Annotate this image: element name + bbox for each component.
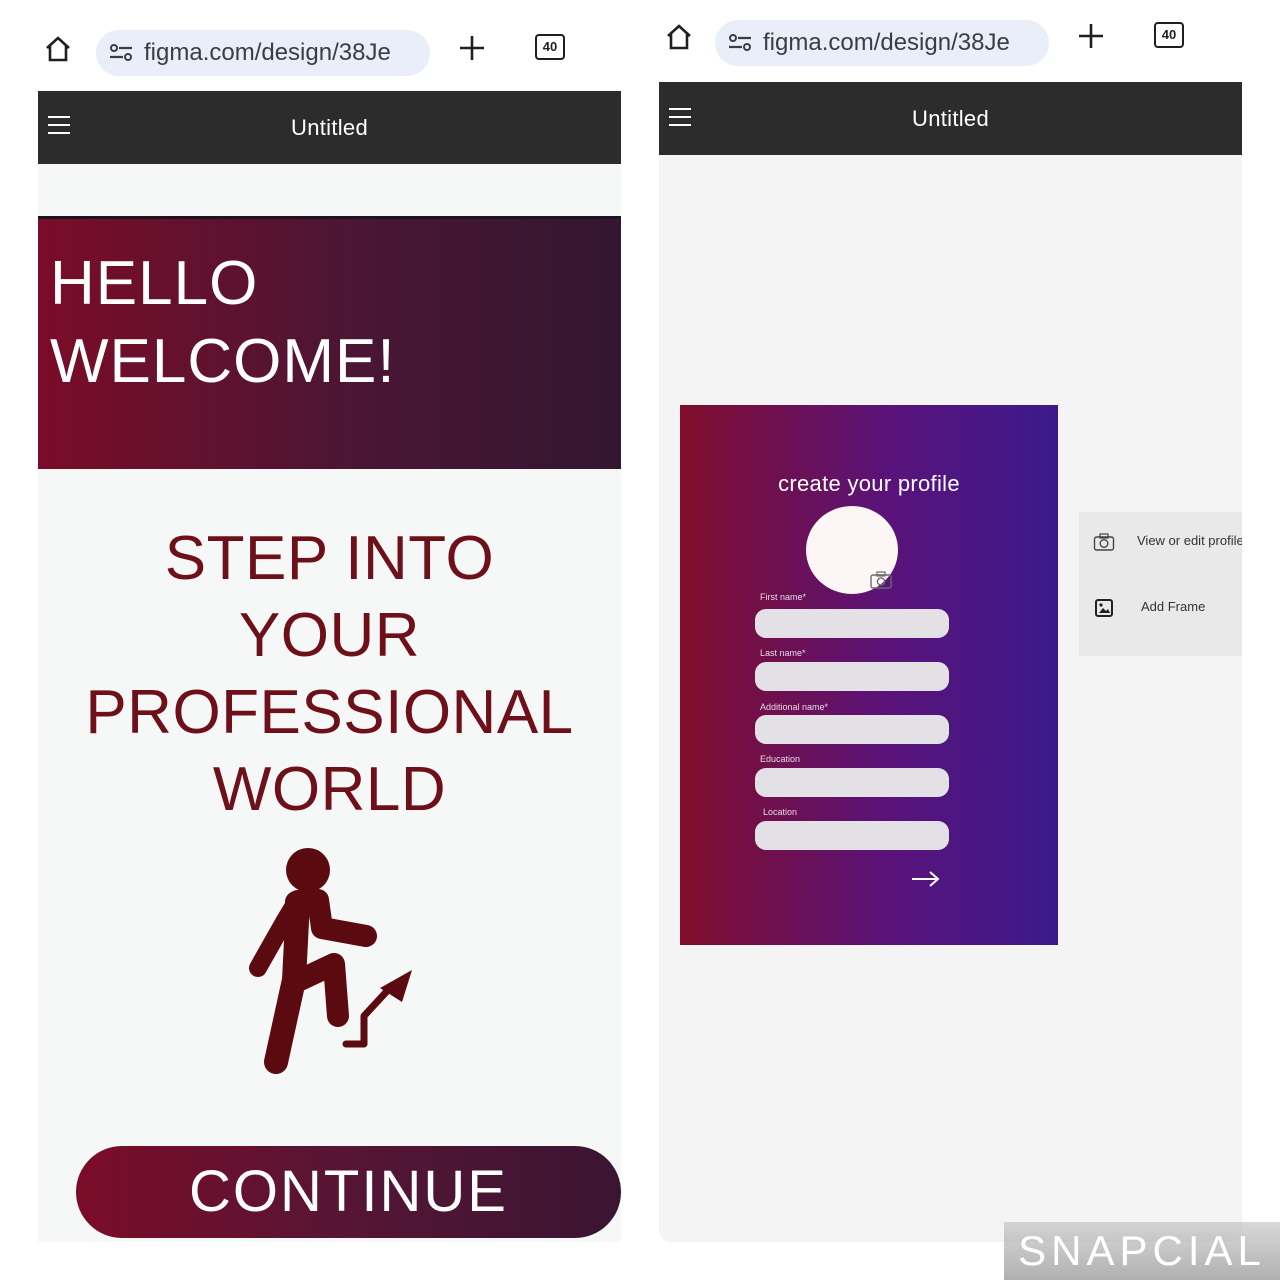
last-name-field[interactable] [755,662,949,691]
tab-count: 40 [1161,27,1177,42]
image-icon [1095,599,1113,617]
additional-name-field[interactable] [755,715,949,744]
document-title[interactable]: Untitled [38,91,621,164]
welcome-banner: HELLO WELCOME! [38,216,621,469]
headline-line: STEP INTO [164,524,495,593]
menu-item-add-frame[interactable]: Add Frame [1079,588,1242,628]
url-text: figma.com/design/38Je [144,39,391,66]
headline-line: WORLD [212,755,447,824]
first-name-field[interactable] [755,609,949,638]
welcome-line: WELCOME! [50,327,396,396]
url-text: figma.com/design/38Je [763,29,1010,56]
headline-line: PROFESSIONAL [85,678,574,747]
arrow-right-icon[interactable] [910,869,942,889]
browser-toolbar: figma.com/design/38Je 40 [659,0,1242,80]
new-tab-icon[interactable] [458,34,486,62]
climbing-person-icon [249,848,412,1074]
tab-count: 40 [542,39,558,54]
additional-name-label: Additional name* [760,702,829,712]
location-label: Location [763,807,798,817]
watermark: SNAPCIAL [1004,1222,1280,1280]
continue-button[interactable]: CONTINUE [76,1146,621,1238]
education-field[interactable] [755,768,949,797]
tab-switcher-button[interactable]: 40 [1154,22,1184,48]
location-field[interactable] [755,821,949,850]
new-tab-icon[interactable] [1077,22,1105,50]
menu-item-label: View or edit profile [1137,533,1242,548]
profile-frame[interactable]: create your profile First name* Last nam… [680,405,1058,945]
context-menu: View or edit profile Add Frame [1079,512,1242,656]
tab-switcher-button[interactable]: 40 [535,34,565,60]
browser-toolbar: figma.com/design/38Je 40 [38,0,621,80]
menu-item-view-profile[interactable]: View or edit profile [1079,522,1242,562]
address-bar[interactable]: figma.com/design/38Je [715,20,1049,66]
headline-line: YOUR [238,601,421,670]
last-name-label: Last name* [760,648,806,658]
home-icon[interactable] [665,24,693,50]
document-title[interactable]: Untitled [659,82,1242,155]
welcome-line: HELLO [50,249,259,318]
headline: STEP INTO YOUR PROFESSIONAL WORLD [38,520,621,828]
frame-title: create your profile [778,471,960,496]
menu-item-label: Add Frame [1141,599,1206,614]
site-settings-icon[interactable] [108,43,134,63]
app-top-bar: Untitled [659,82,1242,155]
education-label: Education [760,754,801,764]
home-icon[interactable] [44,36,72,62]
camera-icon[interactable] [870,571,892,589]
site-settings-icon[interactable] [727,33,753,53]
app-top-bar: Untitled [38,91,621,164]
camera-icon [1093,533,1115,551]
address-bar[interactable]: figma.com/design/38Je [96,30,430,76]
welcome-text: HELLO WELCOME! [50,245,396,401]
first-name-label: First name* [760,592,807,602]
